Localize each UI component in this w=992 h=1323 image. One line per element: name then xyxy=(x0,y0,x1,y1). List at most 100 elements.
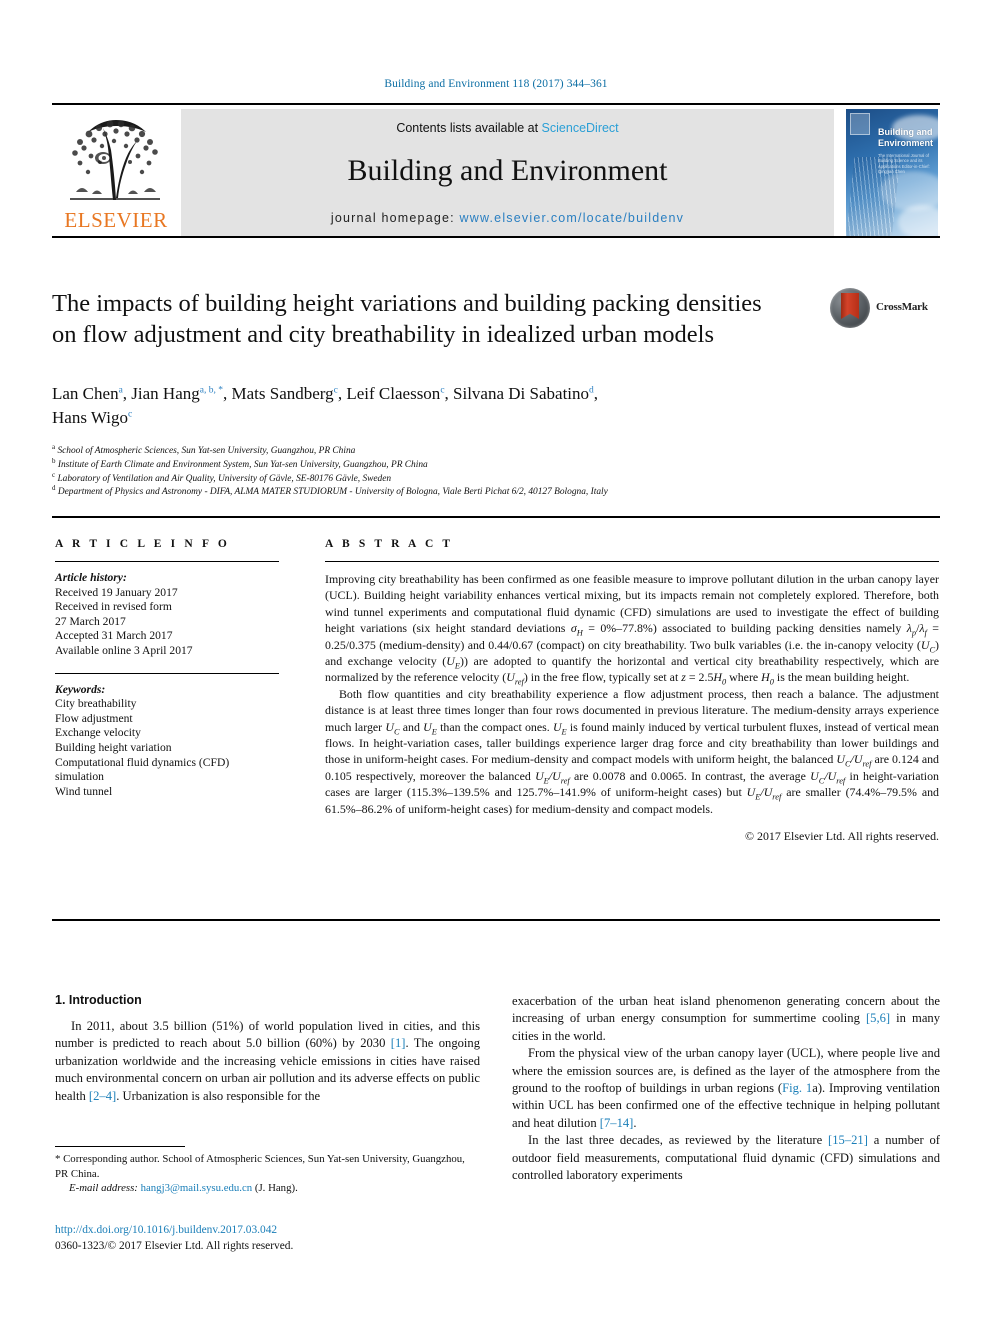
email-link[interactable]: hangj3@mail.sysu.edu.cn xyxy=(141,1182,253,1194)
abstract-copyright: © 2017 Elsevier Ltd. All rights reserved… xyxy=(745,829,939,844)
body-paragraph: exacerbation of the urban heat island ph… xyxy=(512,993,940,1045)
author-name: Lan Chen xyxy=(52,384,119,403)
email-line: E-mail address: hangj3@mail.sysu.edu.cn … xyxy=(55,1181,480,1196)
u-glyph: U xyxy=(827,768,837,783)
cover-title-line1: Building and xyxy=(878,127,933,137)
u-subscript: ref xyxy=(836,776,846,786)
section-heading-introduction: 1. Introduction xyxy=(55,993,142,1007)
article-history-item: Available online 3 April 2017 xyxy=(55,643,193,657)
abstract-text-run: where xyxy=(726,670,762,685)
affiliation-item: b Institute of Earth Climate and Environ… xyxy=(52,457,932,473)
issn-copyright-line: 0360-1323/© 2017 Elsevier Ltd. All right… xyxy=(55,1240,294,1252)
abstract-column: A B S T R A C T Improving city breathabi… xyxy=(325,538,939,845)
journal-cover-thumbnail: Building and Environment The Internation… xyxy=(834,109,940,237)
article-history-label: Article history: xyxy=(55,571,127,584)
doi-block: http://dx.doi.org/10.1016/j.buildenv.201… xyxy=(55,1222,495,1254)
u-glyph: U xyxy=(552,768,561,783)
keywords-rule xyxy=(55,672,279,674)
masthead-bottom-rule xyxy=(52,236,940,238)
elsevier-tree-icon xyxy=(58,112,172,204)
citation-ref[interactable]: [1] xyxy=(391,1036,406,1050)
keywords-block: Keywords: City breathability Flow adjust… xyxy=(55,683,285,800)
body-text-run: In the last three decades, as reviewed b… xyxy=(528,1133,829,1148)
symbol-sigma-h: σH xyxy=(571,621,583,637)
cover-elsevier-mark xyxy=(850,113,870,135)
affiliation-text: School of Atmospheric Sciences, Sun Yat-… xyxy=(57,446,356,456)
author-name: Mats Sandberg xyxy=(231,384,334,403)
symbol-lambda-p: λp xyxy=(907,621,917,638)
citation-ref[interactable]: [7–14] xyxy=(600,1116,634,1130)
email-suffix: (J. Hang). xyxy=(252,1182,298,1195)
symbol-uc-uref: UC/Uref xyxy=(810,768,846,786)
abstract-text-run: and xyxy=(399,719,424,734)
footnote-block: * Corresponding author. School of Atmosp… xyxy=(55,1152,480,1196)
body-paragraph: In the last three decades, as reviewed b… xyxy=(512,1132,940,1184)
u-subscript: C xyxy=(818,776,825,786)
elsevier-wordmark: ELSEVIER xyxy=(64,208,168,232)
page-title: The impacts of building height variation… xyxy=(52,290,762,348)
lambda-subscript: p xyxy=(911,628,917,638)
homepage-url-link[interactable]: www.elsevier.com/locate/buildenv xyxy=(460,211,685,225)
h-glyph: H xyxy=(761,670,770,685)
keywords-label: Keywords: xyxy=(55,682,106,696)
figure-ref[interactable]: Fig. 1 xyxy=(782,1081,812,1095)
u-glyph: U xyxy=(763,785,773,800)
affiliation-item: a School of Atmospheric Sciences, Sun Ya… xyxy=(52,443,932,459)
crossmark-book-shape xyxy=(841,293,859,319)
article-info-column: A R T I C L E I N F O Article history: R… xyxy=(55,538,285,799)
abstract-text-run: ) in the free flow, typically set at xyxy=(523,670,682,685)
masthead-center: Contents lists available at ScienceDirec… xyxy=(181,109,834,237)
email-label: E-mail address: xyxy=(69,1182,138,1195)
author-name: Hans Wigo xyxy=(52,408,128,427)
citation-ref[interactable]: [2–4] xyxy=(89,1089,116,1103)
elsevier-logo: ELSEVIER xyxy=(52,109,181,237)
article-history-item: Received in revised form xyxy=(55,600,172,614)
affiliation-marker: c xyxy=(52,470,56,479)
u-subscript: E xyxy=(543,776,549,786)
abstract-paragraph: Both flow quantities and city breathabil… xyxy=(325,686,939,817)
running-head: Building and Environment 118 (2017) 344–… xyxy=(384,78,608,90)
author-affil-marker: c xyxy=(333,385,338,396)
journal-masthead: ELSEVIER Contents lists available at Sci… xyxy=(52,103,940,238)
abstract-text-run: = 2.5 xyxy=(685,670,714,685)
keyword-item: Building height variation xyxy=(55,740,172,754)
sciencedirect-link[interactable]: ScienceDirect xyxy=(542,121,619,135)
u-subscript: C xyxy=(844,759,851,769)
symbol-uc-uref: UC/Uref xyxy=(836,752,872,769)
citation-ref[interactable]: [5,6] xyxy=(866,1011,890,1025)
keyword-item: Wind tunnel xyxy=(55,784,113,798)
abstract-heading: A B S T R A C T xyxy=(325,538,454,550)
u-subscript: ref xyxy=(772,792,782,802)
symbol-ue: UE xyxy=(553,720,567,736)
cover-title: Building and Environment xyxy=(878,127,933,149)
article-history-block: Article history: Received 19 January 201… xyxy=(55,571,285,659)
body-text-run: . Urbanization is also responsible for t… xyxy=(116,1088,321,1103)
journal-title: Building and Environment xyxy=(347,154,668,187)
author-list: Lan Chena, Jian Hanga, b, *, Mats Sandbe… xyxy=(52,384,599,427)
journal-homepage-line: journal homepage: www.elsevier.com/locat… xyxy=(181,211,834,225)
symbol-h0: H0 xyxy=(713,670,726,686)
contents-prefix: Contents lists available at xyxy=(396,121,542,135)
u-glyph: U xyxy=(506,670,515,685)
doi-link[interactable]: http://dx.doi.org/10.1016/j.buildenv.201… xyxy=(55,1222,495,1238)
symbol-uref: Uref xyxy=(506,670,524,686)
article-history-item: Accepted 31 March 2017 xyxy=(55,629,173,643)
author-affil-marker: c xyxy=(440,385,445,396)
article-info-rule xyxy=(55,561,279,562)
symbol-ue-uref: UE/Uref xyxy=(746,785,782,802)
cover-subtitle: The International Journal of Building Sc… xyxy=(878,153,930,175)
u-subscript: ref xyxy=(560,776,570,786)
paper-page: Building and Environment 118 (2017) 344–… xyxy=(0,0,992,1323)
keyword-item: Flow adjustment xyxy=(55,711,133,725)
citation-ref[interactable]: [15–21] xyxy=(828,1133,868,1147)
crossmark-badge[interactable]: CrossMark xyxy=(830,288,930,328)
u-glyph: U xyxy=(746,785,756,800)
keyword-item: Computational fluid dynamics (CFD) xyxy=(55,755,230,769)
contents-list-line: Contents lists available at ScienceDirec… xyxy=(181,121,834,135)
author-affil-marker: d xyxy=(589,385,594,396)
body-column-left: In 2011, about 3.5 billion (51%) of worl… xyxy=(55,1018,480,1105)
u-glyph: U xyxy=(810,768,819,783)
affiliation-text: Laboratory of Ventilation and Air Qualit… xyxy=(57,473,392,484)
affiliation-item: c Laboratory of Ventilation and Air Qual… xyxy=(52,470,932,487)
symbol-uc: UC xyxy=(921,638,935,654)
